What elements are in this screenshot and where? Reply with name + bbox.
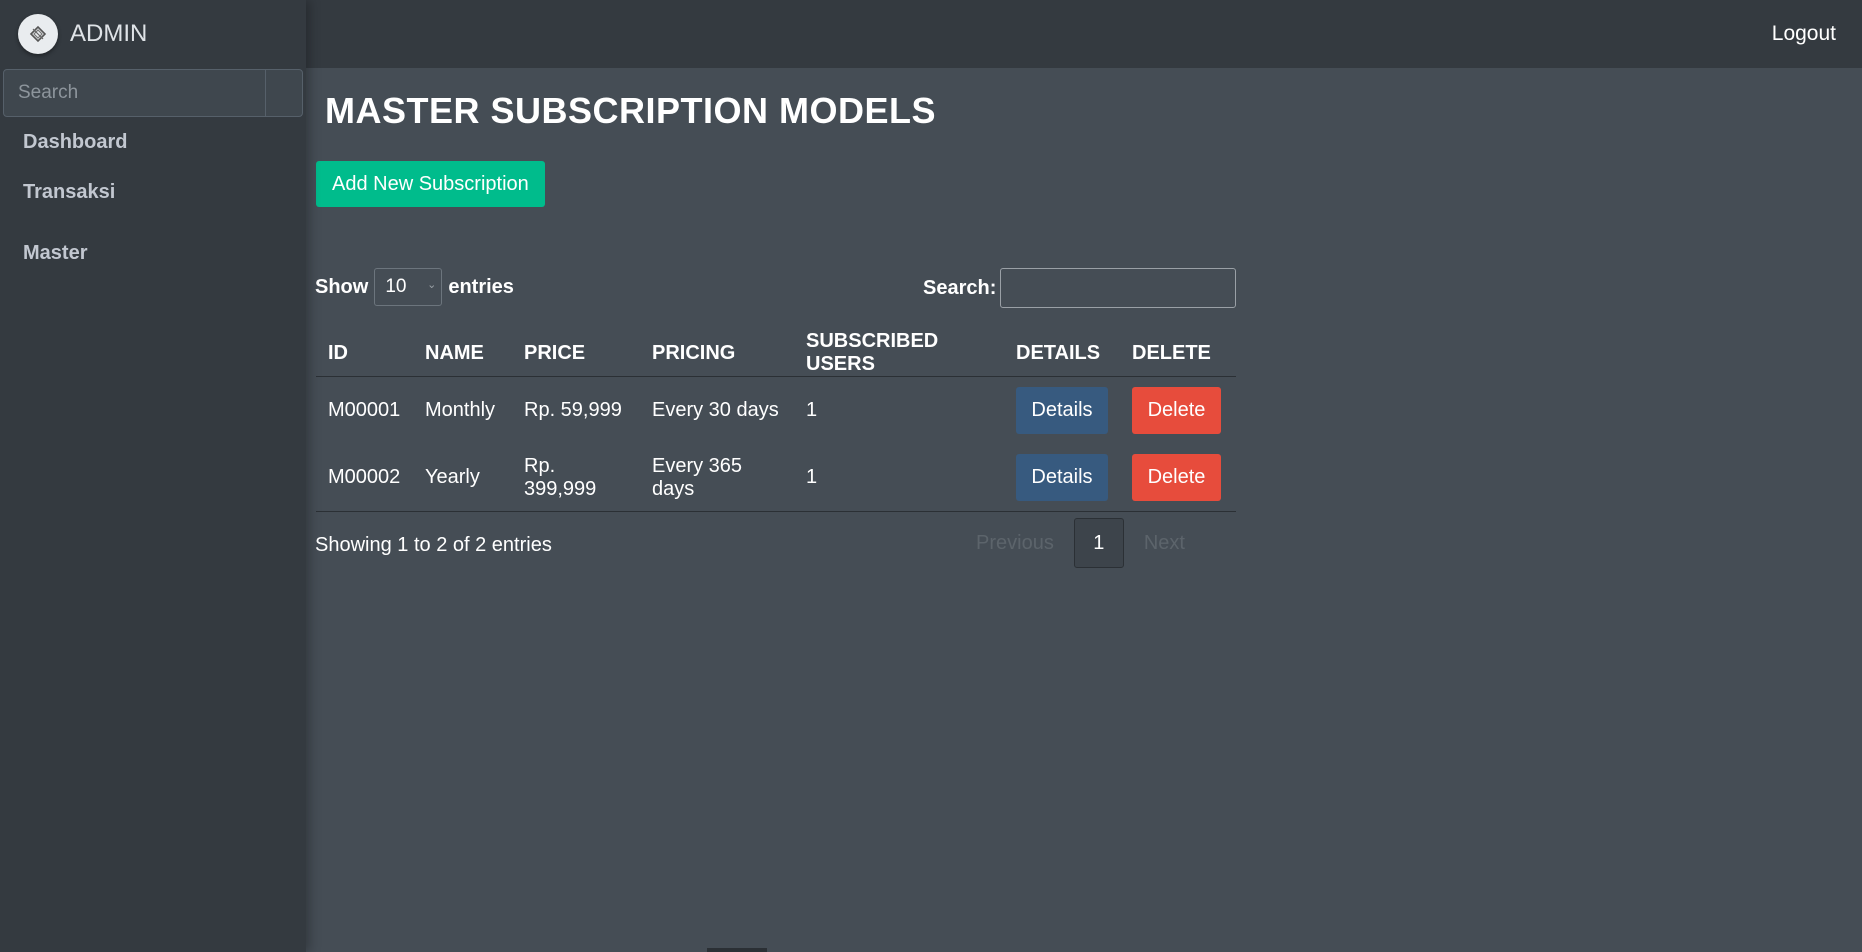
cell-delete: Delete bbox=[1120, 444, 1236, 512]
column-header-pricing[interactable]: PRICING bbox=[640, 330, 794, 377]
table-row: M00002 Yearly Rp. 399,999 Every 365 days… bbox=[316, 444, 1236, 512]
delete-button[interactable]: Delete bbox=[1132, 387, 1221, 434]
cell-price: Rp. 399,999 bbox=[512, 444, 640, 512]
cell-delete: Delete bbox=[1120, 377, 1236, 445]
table-header-row: ID NAME PRICE PRICING SUBSCRIBED USERS D… bbox=[316, 330, 1236, 377]
cell-users: 1 bbox=[806, 399, 818, 421]
column-header-name[interactable]: NAME bbox=[413, 330, 512, 377]
sidebar-item-transaksi[interactable]: Transaksi bbox=[23, 181, 115, 204]
column-header-delete[interactable]: DELETE bbox=[1120, 330, 1236, 377]
logout-link[interactable]: Logout bbox=[1772, 22, 1836, 46]
brand[interactable]: ADMIN bbox=[0, 0, 306, 68]
entries-select-value: 10 bbox=[385, 276, 407, 297]
cell-users: 1 bbox=[794, 444, 1004, 512]
pagination-page-1[interactable]: 1 bbox=[1073, 518, 1124, 568]
sidebar-item-master[interactable]: Master bbox=[23, 242, 87, 265]
sidebar-item-dashboard[interactable]: Dashboard bbox=[23, 131, 127, 154]
entries-select[interactable]: 10 ⌄ bbox=[374, 268, 443, 306]
cell-details: Details bbox=[1004, 444, 1120, 512]
sidebar-search bbox=[3, 69, 303, 117]
cell-name: Monthly bbox=[425, 399, 496, 421]
show-label: Show bbox=[315, 275, 369, 298]
cell-pricing: Every 365 days bbox=[640, 444, 794, 512]
cell-pricing: Every 30 days bbox=[652, 399, 779, 421]
cell-price: Rp. 59,999 bbox=[524, 399, 622, 421]
sidebar-search-input[interactable] bbox=[4, 70, 265, 116]
table-row: M00001 Monthly Rp. 59,999 Every 30 days … bbox=[316, 377, 1236, 445]
pagination-next[interactable]: Next bbox=[1124, 532, 1205, 555]
cell-id: M00002 bbox=[316, 444, 413, 512]
cell-details: Details bbox=[1004, 377, 1120, 445]
add-subscription-button[interactable]: Add New Subscription bbox=[316, 161, 545, 207]
entries-length-control: Show 10 ⌄ entries bbox=[315, 268, 514, 306]
chevron-down-icon: ⌄ bbox=[427, 279, 437, 291]
column-header-id[interactable]: ID bbox=[316, 330, 413, 377]
sidebar-search-button[interactable] bbox=[265, 70, 302, 116]
sidebar: ADMIN Dashboard Transaksi Master bbox=[0, 0, 306, 952]
details-button[interactable]: Details bbox=[1016, 387, 1108, 434]
details-button[interactable]: Details bbox=[1016, 454, 1108, 501]
table-info: Showing 1 to 2 of 2 entries bbox=[315, 534, 552, 556]
entries-label: entries bbox=[448, 275, 514, 298]
column-header-subscribed-users[interactable]: SUBSCRIBED USERS bbox=[794, 330, 1004, 377]
search-label: Search: bbox=[923, 276, 997, 299]
pagination: Previous 1 Next bbox=[956, 518, 1205, 568]
delete-button[interactable]: Delete bbox=[1132, 454, 1221, 501]
page-title: MASTER SUBSCRIPTION MODELS bbox=[325, 90, 937, 131]
cell-name: Yearly bbox=[413, 444, 512, 512]
cell-id: M00001 bbox=[328, 399, 401, 421]
pagination-previous[interactable]: Previous bbox=[956, 532, 1074, 555]
subscriptions-table: ID NAME PRICE PRICING SUBSCRIBED USERS D… bbox=[316, 330, 1236, 512]
column-header-price[interactable]: PRICE bbox=[512, 330, 640, 377]
scroll-indicator bbox=[707, 948, 767, 952]
table-search: Search: bbox=[923, 268, 1237, 308]
brand-logo-icon bbox=[18, 14, 58, 54]
table-search-input[interactable] bbox=[1000, 268, 1237, 308]
brand-text: ADMIN bbox=[70, 20, 148, 47]
column-header-details[interactable]: DETAILS bbox=[1004, 330, 1120, 377]
